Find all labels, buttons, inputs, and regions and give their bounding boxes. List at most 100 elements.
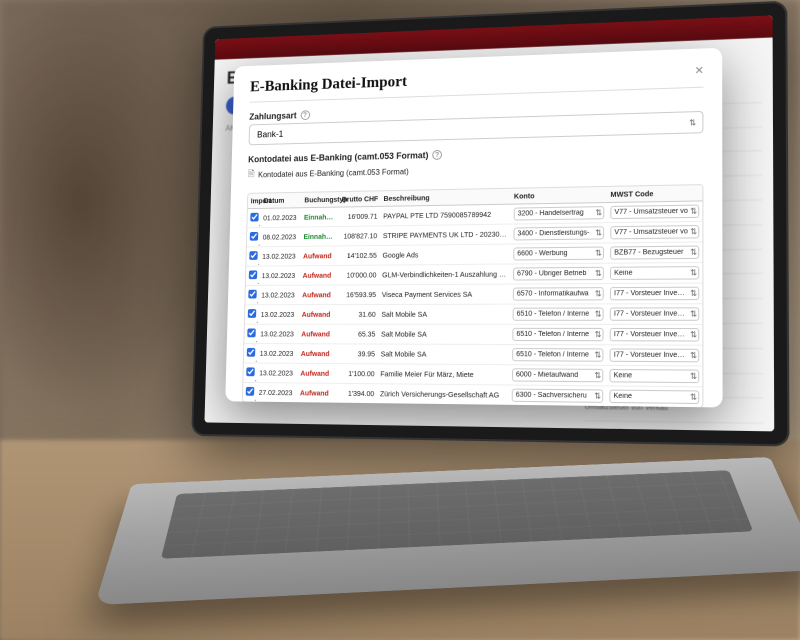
cell-brutto: 1'394.00 [335, 383, 378, 403]
select-arrows-icon: ⇅ [689, 118, 694, 127]
select-arrows-icon: ⇅ [690, 351, 695, 360]
select-arrows-icon: ⇅ [594, 371, 599, 380]
mwst-select[interactable]: I77 - Vorsteuer Investio⇅ [610, 287, 699, 301]
table-row: 13.02.2023Aufwand31.60Salt Mobile SA 6510… [245, 304, 703, 325]
cell-datum: 01.02.2023 [260, 208, 301, 228]
col-brutto: Brutto CHF [339, 191, 381, 207]
import-checkbox[interactable] [249, 251, 258, 260]
import-checkbox[interactable] [249, 270, 258, 279]
select-arrows-icon: ⇅ [594, 350, 599, 359]
konto-select[interactable]: 6510 - Telefon / Interne⇅ [513, 308, 604, 321]
select-arrows-icon: ⇅ [595, 269, 600, 278]
konto-select[interactable]: 3400 - Dienstleistungs-⇅ [513, 226, 604, 240]
select-arrows-icon: ⇅ [595, 330, 600, 339]
mwst-select[interactable]: BZB77 - Bezugsteuer⇅ [610, 246, 699, 260]
col-datum: Datum [261, 193, 302, 209]
cell-beschreibung: Salt Mobile SA [378, 304, 509, 324]
cell-datum: 13.02.2023 [257, 344, 299, 364]
mwst-select[interactable]: Keine⇅ [609, 390, 699, 404]
col-konto: Konto [511, 187, 608, 204]
select-arrows-icon: ⇅ [595, 249, 600, 258]
mwst-select[interactable]: Keine⇅ [609, 369, 699, 383]
cell-buchungstyp: Aufwand [299, 305, 337, 325]
import-checkbox[interactable] [246, 387, 255, 396]
file-name: Kontodatei aus E-Banking (camt.053 Forma… [258, 167, 409, 179]
col-buchungstyp: Buchungstyp [301, 192, 339, 208]
cell-beschreibung: GLM-Verbindlichkeiten-1 Auszahlung für V… [379, 264, 510, 285]
konto-select[interactable]: 3200 - Handelsertrag⇅ [514, 206, 605, 220]
mwst-select[interactable]: I77 - Vorsteuer Investio⇅ [610, 328, 700, 342]
mwst-select[interactable]: V77 - Umsatzsteuer vo⇅ [610, 225, 699, 239]
file-icon: 🗎 [248, 167, 255, 182]
cell-datum: 13.02.2023 [258, 285, 299, 305]
select-arrows-icon: ⇅ [690, 392, 695, 401]
cell-buchungstyp: Einnahme [301, 226, 339, 246]
cell-beschreibung: Zürich Versicherungs-Gesellschaft AG [377, 384, 509, 405]
import-modal: E-Banking Datei-Import × Zahlungsart ? B… [225, 48, 722, 408]
cell-buchungstyp: Aufwand [300, 246, 338, 266]
import-checkbox[interactable] [247, 348, 256, 357]
cell-brutto: 14'102.55 [338, 245, 380, 265]
app-background: Buch + Ne AKTIONE ST CODE Vorsteuer Inve… [204, 15, 774, 431]
import-checkbox[interactable] [247, 328, 256, 337]
import-checkbox[interactable] [250, 213, 258, 222]
mwst-select[interactable]: I77 - Vorsteuer Investio⇅ [610, 348, 700, 362]
cell-brutto: 31.60 [336, 304, 378, 324]
col-import: Import [248, 194, 261, 209]
konto-select[interactable]: 6000 - Mietaufwand⇅ [512, 368, 603, 382]
help-icon[interactable]: ? [432, 150, 442, 160]
select-arrows-icon: ⇅ [690, 372, 695, 381]
cell-beschreibung: Google Ads [379, 244, 510, 265]
modal-header: E-Banking Datei-Import × [250, 62, 704, 102]
select-arrows-icon: ⇅ [594, 391, 599, 400]
select-arrows-icon: ⇅ [690, 330, 695, 339]
cell-datum: 13.02.2023 [259, 266, 300, 286]
mwst-select[interactable]: V77 - Umsatzsteuer vo⇅ [610, 205, 699, 220]
cell-beschreibung: Salt Mobile SA [378, 324, 510, 344]
cell-datum: 08.02.2023 [260, 227, 301, 247]
cell-beschreibung: Familie Meier Für März, Miete [377, 364, 509, 385]
cell-brutto: 16'593.95 [337, 285, 379, 305]
cell-beschreibung: Salt Mobile SA [378, 344, 510, 365]
konto-select[interactable]: 6510 - Telefon / Interne⇅ [512, 328, 603, 341]
close-icon[interactable]: × [695, 62, 704, 76]
select-arrows-icon: ⇅ [595, 228, 600, 237]
cell-buchungstyp: Aufwand [300, 265, 338, 285]
import-checkbox[interactable] [246, 367, 255, 376]
cell-buchungstyp: Einnahme [301, 207, 339, 227]
cell-beschreibung: Viseca Payment Services SA [379, 284, 510, 304]
cell-brutto: 39.95 [336, 344, 378, 364]
konto-select[interactable]: 6570 - Informatikaufwa⇅ [513, 287, 604, 300]
import-checkbox[interactable] [248, 290, 257, 299]
col-mwst: MWST Code [607, 185, 702, 202]
select-arrows-icon: ⇅ [690, 309, 695, 318]
select-arrows-icon: ⇅ [690, 268, 695, 277]
select-arrows-icon: ⇅ [690, 289, 695, 298]
cell-datum: 13.02.2023 [257, 324, 298, 344]
mwst-select[interactable]: I77 - Vorsteuer Investio⇅ [610, 307, 699, 320]
cell-buchungstyp: Aufwand [298, 344, 336, 364]
laptop: Buch + Ne AKTIONE ST CODE Vorsteuer Inve… [180, 0, 800, 640]
cell-beschreibung: PAYPAL PTE LTD 7590085789942 [380, 204, 511, 226]
cell-beschreibung: STRIPE PAYMENTS UK LTD - 202301 GF85831 [380, 224, 511, 245]
cell-datum: 13.02.2023 [256, 363, 298, 383]
konto-select[interactable]: 6300 - Sachversicheru⇅ [512, 389, 604, 403]
cell-brutto: 10'000.00 [337, 265, 379, 285]
cell-buchungstyp: Aufwand [297, 383, 335, 403]
import-checkbox[interactable] [248, 309, 257, 318]
cell-brutto: 16'009.71 [338, 206, 380, 226]
konto-select[interactable]: 6510 - Telefon / Interne⇅ [512, 348, 603, 362]
import-table: Import Datum Buchungstyp Brutto CHF Besc… [242, 184, 704, 407]
import-checkbox[interactable] [250, 232, 258, 241]
cell-brutto: 1'100.00 [335, 364, 377, 384]
konto-select[interactable]: 6600 - Werbung⇅ [513, 247, 604, 261]
cell-datum: 13.02.2023 [259, 246, 300, 266]
cell-datum: 13.02.2023 [258, 305, 299, 325]
mwst-select[interactable]: Keine⇅ [610, 266, 699, 280]
konto-select[interactable]: 6790 - Übriger Betrieb⇅ [513, 267, 604, 281]
payment-type-value: Bank-1 [257, 129, 283, 139]
cell-brutto: 108'827.10 [338, 226, 380, 246]
cell-buchungstyp: Aufwand [297, 363, 335, 383]
modal-title: E-Banking Datei-Import [250, 73, 407, 96]
help-icon[interactable]: ? [300, 110, 309, 120]
